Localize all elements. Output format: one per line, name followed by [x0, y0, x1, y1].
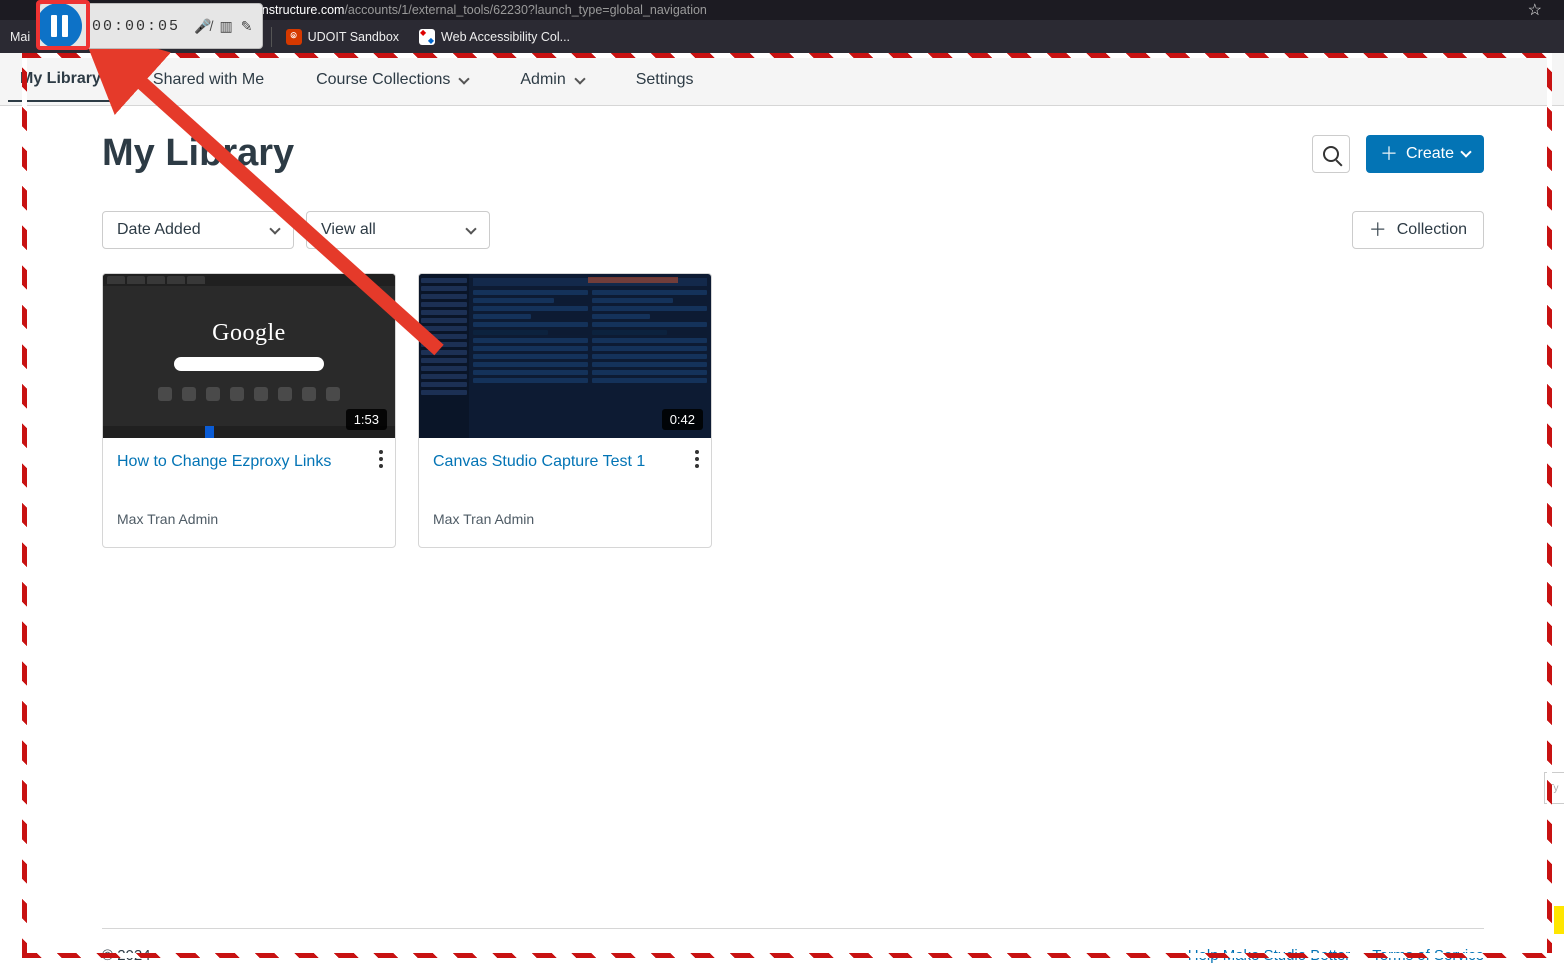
plus-icon: ＋	[1380, 145, 1398, 163]
search-button[interactable]	[1312, 135, 1350, 173]
media-title-link[interactable]: Canvas Studio Capture Test 1	[433, 453, 645, 470]
tab-label: Admin	[520, 71, 565, 89]
bookmark-separator	[271, 27, 272, 47]
tab-course-collections[interactable]: Course Collections	[304, 57, 480, 101]
bookmark-webaccess[interactable]: Web Accessibility Col...	[409, 20, 580, 53]
pause-button[interactable]	[36, 3, 82, 49]
card-more-menu[interactable]	[695, 450, 699, 468]
pen-annotate-icon[interactable]: ✎	[241, 18, 253, 35]
view-dropdown[interactable]: View all	[306, 211, 490, 249]
copyright-text: © 2024	[102, 947, 151, 964]
footer-terms-link[interactable]: Terms of Service	[1372, 947, 1484, 964]
url-rest: /accounts/1/external_tools/62230?launch_…	[344, 3, 706, 17]
media-card: 0:42 Canvas Studio Capture Test 1 Max Tr…	[418, 273, 712, 548]
tab-my-library[interactable]: My Library	[8, 56, 113, 102]
tab-admin[interactable]: Admin	[508, 57, 595, 101]
edge-artifact: Ty	[1544, 772, 1564, 804]
url-host: instructure.com	[259, 3, 344, 17]
media-author: Max Tran Admin	[117, 511, 381, 527]
view-value: View all	[321, 221, 376, 239]
chevron-down-icon	[574, 73, 585, 84]
camera-off-icon[interactable]: ▥	[219, 18, 232, 35]
sort-value: Date Added	[117, 221, 201, 239]
udoit-icon: ⌾	[286, 29, 302, 45]
chevron-down-icon	[459, 73, 470, 84]
bookmark-star-icon[interactable]: ☆	[1528, 0, 1564, 20]
create-button[interactable]: ＋ Create	[1366, 135, 1484, 173]
tab-label: Course Collections	[316, 71, 450, 89]
filters-row: Date Added View all ＋ Collection	[102, 211, 1484, 249]
footer-help-link[interactable]: Help Make Studio Better	[1188, 947, 1351, 964]
url-bar[interactable]: https://erau. instructure.com /accounts/…	[193, 3, 707, 17]
google-logo-text: Google	[212, 320, 286, 347]
create-label: Create	[1406, 145, 1454, 163]
tab-label: Shared with Me	[153, 71, 264, 89]
chevron-down-icon	[269, 223, 280, 234]
content-area: My Library ＋ Create Date Added View all …	[0, 106, 1564, 972]
screen-recorder-overlay: 00:00:05 🎤̸ ▥ ✎	[39, 3, 263, 49]
media-title-link[interactable]: How to Change Ezproxy Links	[117, 453, 331, 470]
page-heading-row: My Library ＋ Create	[102, 132, 1484, 175]
webaccess-icon	[419, 29, 435, 45]
card-more-menu[interactable]	[379, 450, 383, 468]
sort-dropdown[interactable]: Date Added	[102, 211, 294, 249]
chevron-down-icon	[1460, 146, 1471, 157]
artifact-text: Ty	[1548, 783, 1559, 794]
duration-badge: 1:53	[346, 409, 387, 430]
tab-shared-with-me[interactable]: Shared with Me	[141, 57, 276, 101]
edge-artifact-yellow	[1554, 906, 1564, 934]
plus-icon: ＋	[1369, 221, 1387, 239]
chevron-down-icon	[465, 223, 476, 234]
media-thumbnail[interactable]: 0:42	[419, 274, 711, 438]
search-icon	[1323, 146, 1339, 162]
tab-settings[interactable]: Settings	[624, 57, 706, 101]
tab-label: Settings	[636, 71, 694, 89]
page-footer: © 2024 Help Make Studio Better Terms of …	[102, 928, 1484, 964]
page-title: My Library	[102, 132, 294, 175]
mic-mute-icon[interactable]: 🎤̸	[194, 18, 211, 35]
collection-label: Collection	[1397, 221, 1467, 239]
bookmark-udoit[interactable]: ⌾ UDOIT Sandbox	[276, 20, 409, 53]
studio-app: My Library Shared with Me Course Collect…	[0, 53, 1564, 972]
media-thumbnail[interactable]: Google 1:53	[103, 274, 395, 438]
top-navigation: My Library Shared with Me Course Collect…	[0, 53, 1564, 106]
bookmark-label: Mai	[10, 30, 30, 44]
add-collection-button[interactable]: ＋ Collection	[1352, 211, 1484, 249]
media-author: Max Tran Admin	[433, 511, 697, 527]
tab-label: My Library	[20, 70, 101, 88]
media-cards-grid: Google 1:53 How to Change Ezproxy Links …	[102, 273, 1484, 548]
bookmark-label: Web Accessibility Col...	[441, 30, 570, 44]
duration-badge: 0:42	[662, 409, 703, 430]
media-card: Google 1:53 How to Change Ezproxy Links …	[102, 273, 396, 548]
bookmark-label: UDOIT Sandbox	[308, 30, 399, 44]
recording-time: 00:00:05	[82, 18, 190, 35]
bookmark-mai[interactable]: Mai	[0, 20, 40, 53]
